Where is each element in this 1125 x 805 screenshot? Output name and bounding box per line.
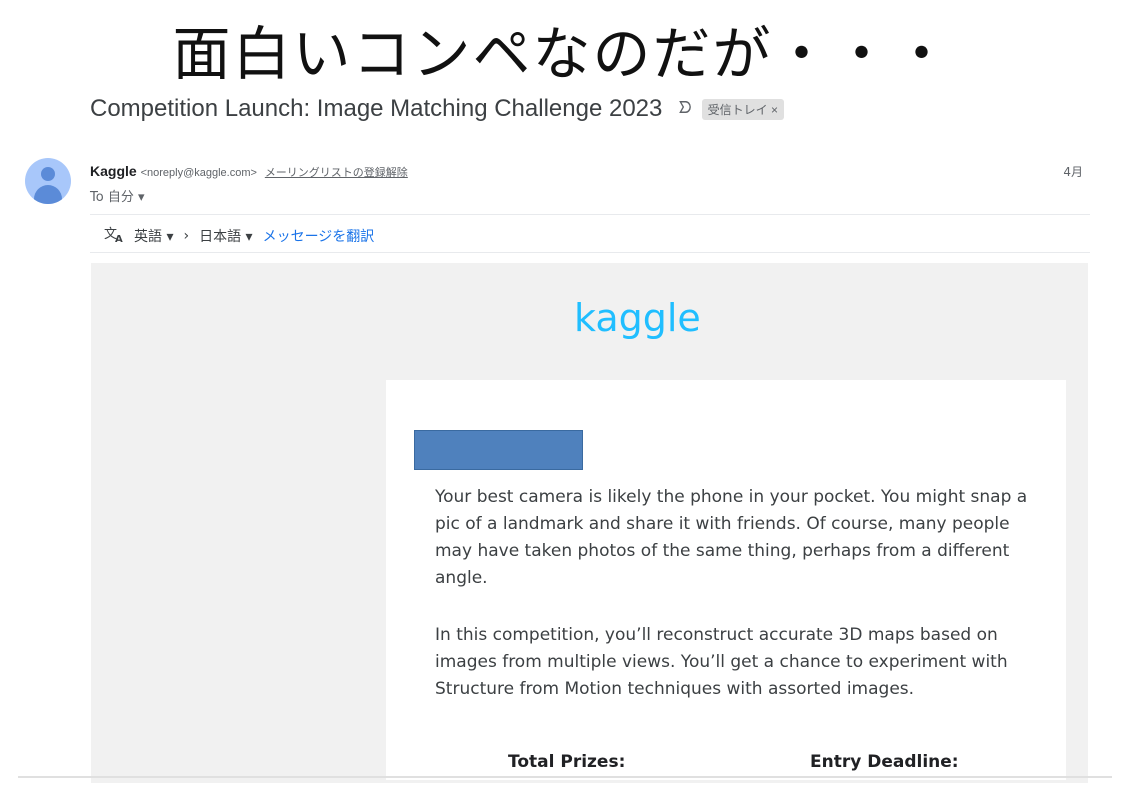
avatar-body xyxy=(34,185,62,204)
translate-bar: 文 A 英語 ▾ › 日本語 ▾ メッセージを翻訳 xyxy=(104,225,374,247)
sender-name[interactable]: Kaggle xyxy=(90,163,137,179)
source-language-select[interactable]: 英語 ▾ xyxy=(134,226,173,246)
email-date: 4月 xyxy=(1063,165,1083,179)
sender-avatar xyxy=(25,158,71,204)
inbox-label[interactable]: 受信トレイ × xyxy=(701,98,784,120)
slide-title: 面白いコンペなのだが・・・ xyxy=(172,20,953,88)
sender-address: <noreply@kaggle.com> xyxy=(140,167,257,179)
redaction-box xyxy=(414,430,583,470)
divider xyxy=(90,214,1090,215)
entry-deadline-label: Entry Deadline: xyxy=(810,752,959,772)
translate-icon: 文 A xyxy=(104,225,124,247)
kaggle-logo[interactable]: kaggle xyxy=(574,296,701,340)
total-prizes-label: Total Prizes: xyxy=(508,752,626,772)
divider xyxy=(90,252,1090,253)
unsubscribe-link[interactable]: メーリングリストの登録解除 xyxy=(265,167,408,179)
sender-line: Kaggle <noreply@kaggle.com> メーリングリストの登録解… xyxy=(90,163,408,180)
svg-text:A: A xyxy=(115,234,123,243)
importance-marker-icon[interactable]: ᗤ xyxy=(678,100,691,118)
email-subject: Competition Launch: Image Matching Chall… xyxy=(90,95,784,123)
translate-message-link[interactable]: メッセージを翻訳 xyxy=(263,226,375,246)
body-paragraph-1: Your best camera is likely the phone in … xyxy=(435,487,1028,588)
bottom-divider xyxy=(18,776,1112,778)
subject-text: Competition Launch: Image Matching Chall… xyxy=(90,95,663,122)
recipient-line[interactable]: To 自分 ▾ xyxy=(90,186,144,205)
target-language-select[interactable]: 日本語 ▾ xyxy=(199,226,252,246)
body-paragraph-2: In this competition, you’ll reconstruct … xyxy=(435,625,1008,699)
chevron-right-icon: › xyxy=(183,228,190,244)
avatar-head xyxy=(41,167,55,181)
